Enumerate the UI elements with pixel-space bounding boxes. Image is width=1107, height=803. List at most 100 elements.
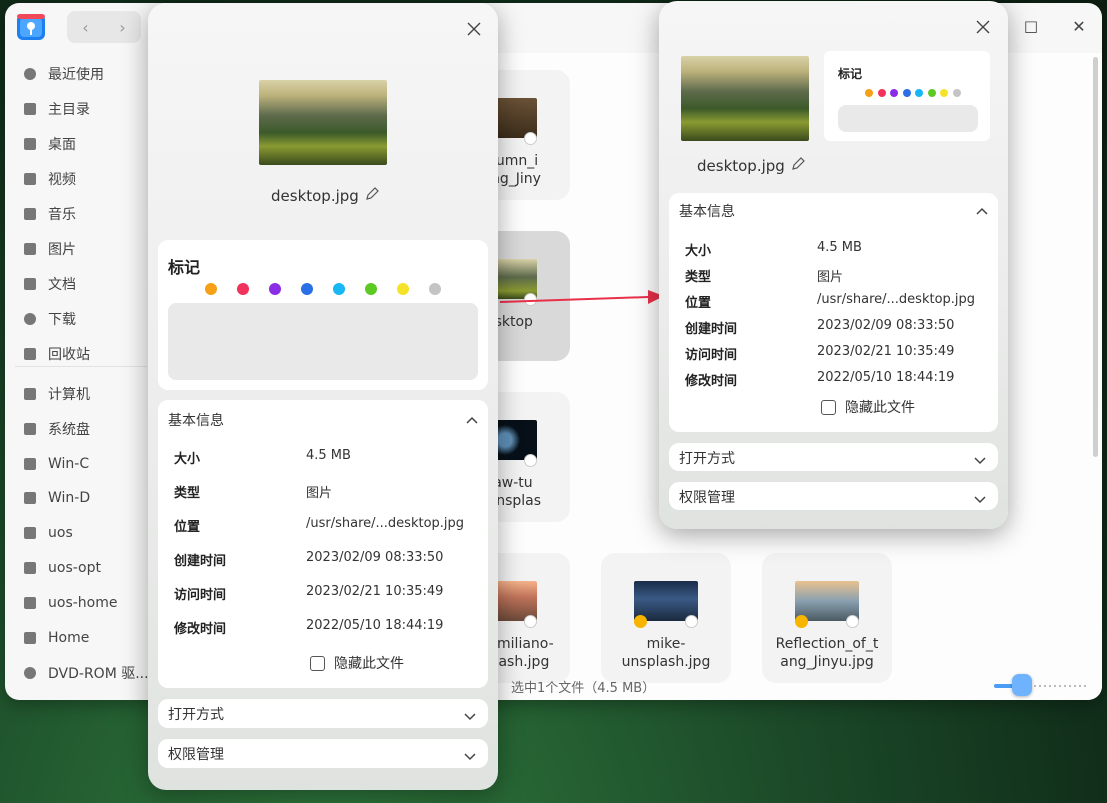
sidebar-item[interactable]: 最近使用 (5, 58, 151, 90)
tag-color-dots (865, 89, 961, 97)
sidebar-item[interactable]: 系统盘 (5, 413, 151, 445)
open-with-header[interactable]: 打开方式 (168, 705, 478, 723)
tags-card: 标记 (158, 240, 488, 390)
computer-icon (23, 387, 37, 401)
sidebar: 最近使用 主目录 桌面 视频 音乐 图片 文档 下载 回收站 计算机 系统盘 Win-C Win-D uo… (5, 55, 151, 700)
properties-panel-right: desktop.jpg 标记 基本信息 大小 4.5 MB 类型 图片 位置/usr/s… (659, 1, 1008, 529)
basic-info-header[interactable]: 基本信息 (679, 201, 988, 221)
close-window-button[interactable]: ✕ (1066, 13, 1092, 39)
file-item[interactable]: mike-unsplash.jpg (601, 553, 731, 683)
icon-size-slider[interactable] (994, 674, 1086, 696)
desktop-icon (23, 137, 37, 151)
file-item[interactable]: Reflection_of_t ang_Jinyu.jpg (762, 553, 892, 683)
info-row: 修改时间 2022/05/10 18:44:19 (174, 618, 443, 637)
file-name: desktop.jpg (697, 156, 806, 175)
sidebar-item[interactable]: uos-home (5, 587, 151, 619)
maximize-button[interactable]: □ (1018, 13, 1044, 39)
tag-color-dot[interactable] (429, 283, 441, 295)
open-with-card[interactable]: 打开方式 (669, 443, 998, 471)
chevron-up-icon[interactable] (976, 203, 988, 219)
hide-file-checkbox[interactable]: 隐藏此文件 (310, 653, 404, 673)
disk-icon (23, 596, 37, 610)
close-icon[interactable] (971, 15, 995, 39)
sidebar-item[interactable]: Win-C (5, 448, 151, 480)
share-icon (524, 615, 537, 628)
info-row: 位置/usr/share/...desktop.jpg (174, 516, 464, 535)
pencil-icon[interactable] (791, 156, 806, 175)
chevron-down-icon[interactable] (464, 749, 476, 765)
sidebar-item[interactable]: 主目录 (5, 93, 151, 125)
permissions-header[interactable]: 权限管理 (168, 745, 478, 763)
disk-icon (23, 631, 37, 645)
close-icon[interactable] (462, 17, 486, 41)
tag-color-dot[interactable] (927, 89, 936, 97)
tag-color-dot[interactable] (940, 89, 948, 97)
info-value: 2023/02/21 10:35:49 (817, 344, 955, 359)
sidebar-item-label: 视频 (48, 172, 76, 188)
chevron-down-icon[interactable] (464, 709, 476, 725)
file-name-text: desktop.jpg (271, 186, 359, 205)
chevron-up-icon[interactable] (466, 412, 478, 428)
sidebar-item-label: 音乐 (48, 207, 76, 223)
chevron-left-icon[interactable]: ‹ (67, 11, 104, 43)
file-name-line1: Reflection_of_t (775, 636, 879, 652)
tag-notes-field[interactable] (168, 303, 478, 380)
tag-color-dot[interactable] (952, 89, 961, 97)
sidebar-item[interactable]: uos-opt (5, 552, 151, 584)
chevron-down-icon[interactable] (974, 453, 986, 469)
sidebar-item[interactable]: uos (5, 517, 151, 549)
sidebar-item[interactable]: 下载 (5, 303, 151, 335)
tag-color-dot[interactable] (333, 283, 345, 295)
sidebar-item[interactable]: 视频 (5, 163, 151, 195)
sidebar-item[interactable]: DVD-ROM 驱... (5, 657, 151, 689)
tag-color-dot[interactable] (301, 283, 313, 295)
sidebar-item[interactable]: 图片 (5, 233, 151, 265)
info-row: 修改时间 2022/05/10 18:44:19 (685, 370, 954, 389)
tag-color-dot[interactable] (877, 89, 886, 97)
disk-icon (23, 561, 37, 575)
file-name: mike-unsplash.jpg (601, 635, 731, 671)
sidebar-item[interactable]: 文档 (5, 268, 151, 300)
properties-panel-left: desktop.jpg 标记 基本信息 大小 4.5 MB 类型 图片 位置/usr/s… (148, 3, 498, 790)
annotation-arrow (499, 290, 664, 304)
open-with-header[interactable]: 打开方式 (679, 449, 988, 467)
chevron-down-icon[interactable] (974, 492, 986, 508)
tag-color-dot[interactable] (237, 283, 249, 295)
sidebar-item[interactable]: Home (5, 622, 151, 654)
share-icon (524, 454, 537, 467)
tag-color-dot[interactable] (915, 89, 923, 97)
tag-color-dot[interactable] (865, 89, 873, 97)
disk-icon (23, 422, 37, 436)
tag-color-dot[interactable] (269, 283, 281, 295)
sidebar-item[interactable]: 计算机 (5, 378, 151, 410)
info-key: 大小 (685, 244, 712, 259)
open-with-title: 打开方式 (679, 451, 735, 467)
open-with-title: 打开方式 (168, 707, 224, 723)
info-value: 图片 (817, 270, 844, 285)
slider-knob[interactable] (1012, 674, 1032, 696)
download-icon (23, 312, 37, 326)
scrollbar[interactable] (1093, 57, 1098, 457)
tag-color-dot[interactable] (902, 89, 911, 97)
sidebar-item[interactable]: 桌面 (5, 128, 151, 160)
pencil-icon[interactable] (365, 186, 380, 205)
music-icon (23, 207, 37, 221)
tag-notes-field[interactable] (838, 105, 978, 132)
chevron-right-icon[interactable]: › (104, 11, 141, 43)
sidebar-item[interactable]: Win-D (5, 482, 151, 514)
sidebar-item[interactable]: 音乐 (5, 198, 151, 230)
checkbox-box[interactable] (310, 655, 325, 671)
hide-file-checkbox[interactable]: 隐藏此文件 (821, 397, 915, 417)
open-with-card[interactable]: 打开方式 (158, 699, 488, 728)
tag-color-dot[interactable] (205, 283, 217, 295)
sidebar-item-label: DVD-ROM 驱... (48, 666, 149, 682)
permissions-card[interactable]: 权限管理 (158, 739, 488, 768)
sidebar-item-label: 回收站 (48, 347, 90, 363)
tag-color-dot[interactable] (365, 283, 377, 295)
basic-info-header[interactable]: 基本信息 (168, 410, 478, 430)
tag-color-dot[interactable] (890, 89, 898, 97)
permissions-card[interactable]: 权限管理 (669, 482, 998, 510)
permissions-header[interactable]: 权限管理 (679, 488, 988, 506)
tag-color-dot[interactable] (397, 283, 409, 295)
checkbox-box[interactable] (821, 399, 836, 415)
